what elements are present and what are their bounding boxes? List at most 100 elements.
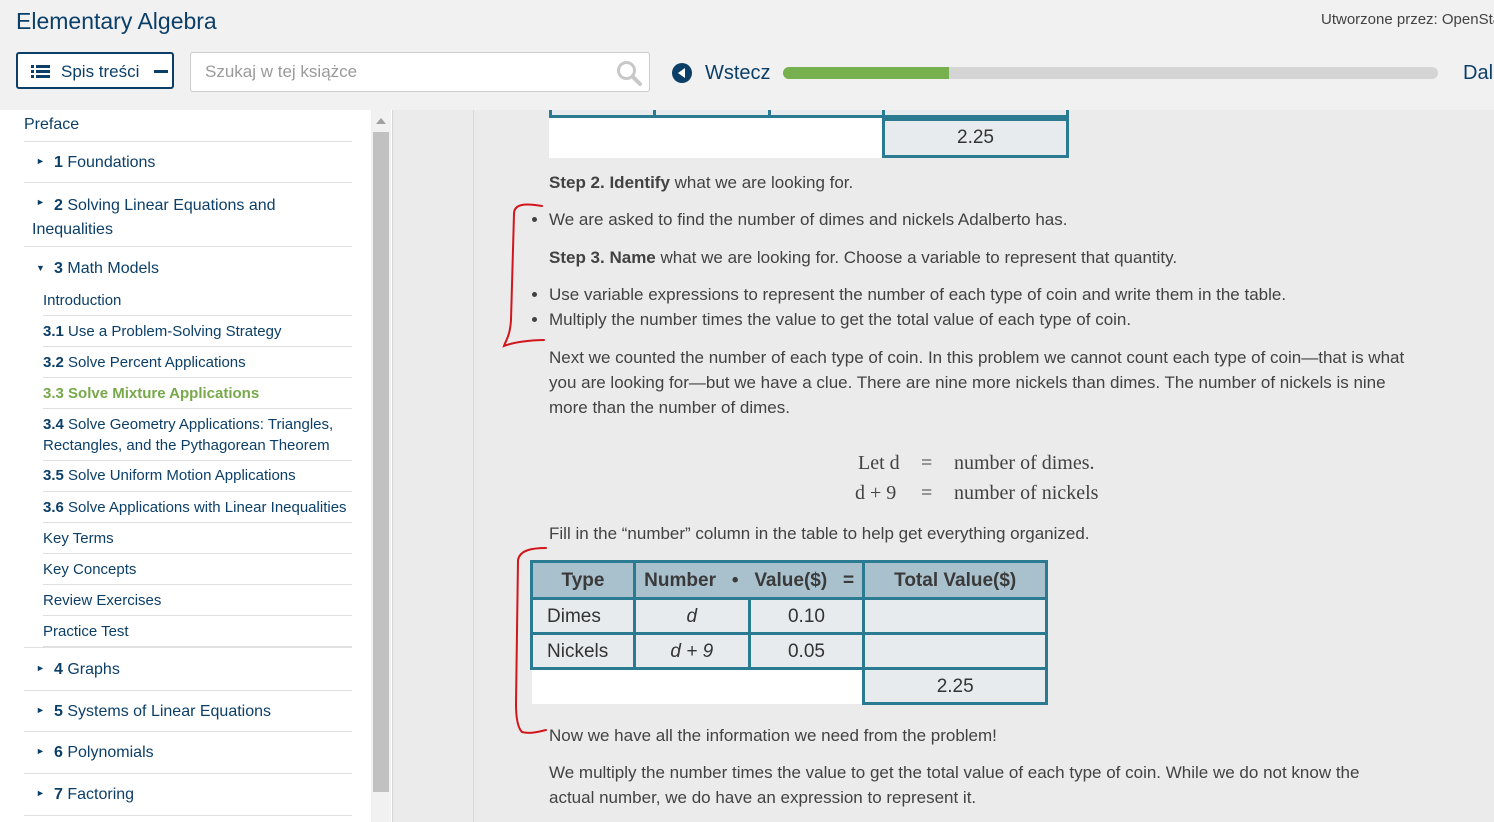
next-link[interactable]: Dal xyxy=(1463,62,1493,85)
list-icon xyxy=(31,65,50,78)
chapter-number: 6 xyxy=(54,744,63,761)
caret-right-icon: ► xyxy=(36,788,45,798)
chapter-number: 1 xyxy=(54,154,63,171)
created-by-label: Utworzone przez: OpenSta xyxy=(1321,11,1494,28)
step-3-paragraph: Step 3. Name what we are looking for. Ch… xyxy=(549,245,1429,270)
toc-section-3-5[interactable]: 3.5 Solve Uniform Motion Applications xyxy=(43,461,352,492)
header-value: Value($) xyxy=(754,569,828,591)
cell-number: d xyxy=(632,597,751,635)
toc-list: Preface ► 1 Foundations ► 2 Solving Line… xyxy=(24,110,352,816)
top-bar: Elementary Algebra Utworzone przez: Open… xyxy=(0,0,1494,110)
section-number: 3.2 xyxy=(43,354,64,371)
table-total-row: 2.25 xyxy=(531,667,1048,705)
toc-section-3-2[interactable]: 3.2 Solve Percent Applications xyxy=(43,347,352,378)
next-we-counted-paragraph: Next we counted the number of each type … xyxy=(549,348,1405,417)
now-we-have-paragraph: Now we have all the information we need … xyxy=(549,726,997,745)
section-number: 3.1 xyxy=(43,323,64,340)
toc-section-practice-test[interactable]: Practice Test xyxy=(43,616,352,647)
section-title: Key Concepts xyxy=(43,561,137,578)
toc-label: Preface xyxy=(24,116,80,133)
caret-right-icon: ► xyxy=(36,156,45,166)
toc-section-3-1[interactable]: 3.1 Use a Problem-Solving Strategy xyxy=(43,316,352,347)
chapter-title: Graphs xyxy=(67,661,120,678)
header-number-value: Number • Value($) = xyxy=(632,560,866,600)
search-box[interactable] xyxy=(190,52,650,92)
red-bracket-annotation-2 xyxy=(514,547,547,734)
back-arrow-icon[interactable] xyxy=(671,62,693,84)
section-number: 3.5 xyxy=(43,467,64,484)
bullet-list-2: Use variable expressions to represent th… xyxy=(532,282,1286,332)
toc-section-intro[interactable]: Introduction xyxy=(43,285,352,316)
toc-section-3-6[interactable]: 3.6 Solve Applications with Linear Inequ… xyxy=(43,492,352,523)
math-line-2-lhs: d + 9 xyxy=(855,482,897,504)
toc-sidebar: Preface ► 1 Foundations ► 2 Solving Line… xyxy=(0,110,393,822)
caret-down-icon: ▼ xyxy=(36,263,45,273)
toc-button-label: Spis treści xyxy=(61,62,140,81)
section-number: 3.6 xyxy=(43,499,64,516)
chapter-title: Foundations xyxy=(67,154,156,171)
chapter-title: Solving Linear Equations and Inequalitie… xyxy=(32,197,276,238)
chapter-title: Systems of Linear Equations xyxy=(67,703,272,720)
toc-section-key-concepts[interactable]: Key Concepts xyxy=(43,554,352,585)
multiply-paragraph: We multiply the number times the value t… xyxy=(549,763,1360,807)
header-total: Total Value($) xyxy=(862,560,1048,600)
toc-chapter-6[interactable]: ► 6 Polynomials xyxy=(24,732,352,774)
sidebar-scrollbar[interactable] xyxy=(371,110,391,822)
bullet-item: Multiply the number times the value to g… xyxy=(549,307,1286,332)
step-3-label: Step 3. Name xyxy=(549,248,656,267)
toc-section-3-4[interactable]: 3.4 Solve Geometry Applications: Triangl… xyxy=(43,409,352,461)
section-title: Solve Uniform Motion Applications xyxy=(68,467,296,484)
header-times: • xyxy=(731,569,739,591)
table-row: Dimes d 0.10 xyxy=(530,597,1048,635)
header-number: Number xyxy=(644,569,716,591)
table-row: Nickels d + 9 0.05 xyxy=(530,632,1048,670)
math-line-1-lhs: Let d xyxy=(858,452,900,474)
scroll-up-arrow-icon[interactable] xyxy=(376,118,386,124)
math-line-2-eq: = xyxy=(921,482,933,504)
caret-right-icon: ► xyxy=(36,705,45,715)
cell-number: d + 9 xyxy=(632,632,751,670)
cell-total xyxy=(862,632,1048,670)
section-title: Introduction xyxy=(43,292,122,309)
search-input[interactable] xyxy=(205,61,595,83)
main-content: 2.25 Step 2. Identify what we are lookin… xyxy=(474,110,1494,822)
toc-section-3-3-active[interactable]: 3.3 Solve Mixture Applications xyxy=(43,378,352,409)
toc-chapter-7[interactable]: ► 7 Factoring xyxy=(24,774,352,816)
header-equals: = xyxy=(843,569,855,591)
toc-chapter-3[interactable]: ▼ 3 Math Models Introduction 3.1 Use a P… xyxy=(24,247,352,647)
toc-chapter-4[interactable]: ► 4 Graphs xyxy=(24,647,352,691)
cell-total xyxy=(862,597,1048,635)
bullet-list-1: We are asked to find the number of dimes… xyxy=(532,207,1067,232)
toc-item-preface[interactable]: Preface xyxy=(24,110,352,142)
toc-section-key-terms[interactable]: Key Terms xyxy=(43,523,352,554)
fill-in-paragraph: Fill in the “number” column in the table… xyxy=(549,524,1090,543)
red-bracket-annotation-1 xyxy=(502,203,545,348)
step-3-text: what we are looking for. Choose a variab… xyxy=(655,248,1178,267)
section-title: Practice Test xyxy=(43,623,129,640)
search-icon[interactable] xyxy=(616,60,642,86)
toc-section-review-exercises[interactable]: Review Exercises xyxy=(43,585,352,616)
math-line-1-rhs: number of dimes. xyxy=(954,452,1095,474)
caret-right-icon: ► xyxy=(36,746,45,756)
chapter-number: 7 xyxy=(54,786,63,803)
cell-grand-total: 2.25 xyxy=(862,667,1048,705)
math-line-2-rhs: number of nickels xyxy=(954,482,1099,504)
toc-chapter-1[interactable]: ► 1 Foundations xyxy=(24,142,352,183)
coin-table: Type Number • Value($) = Total Value($) … xyxy=(530,560,1048,705)
collapse-icon xyxy=(154,70,168,73)
top-table-total-cell: 2.25 xyxy=(882,118,1069,158)
section-number: 3.4 xyxy=(43,416,64,433)
cell-value: 0.05 xyxy=(747,632,866,670)
blank-cell xyxy=(531,668,864,704)
back-link[interactable]: Wstecz xyxy=(705,62,771,85)
top-table-partial: 2.25 xyxy=(549,110,1069,158)
chapter-title: Math Models xyxy=(67,260,159,277)
math-line-1-eq: = xyxy=(921,452,933,474)
toc-toggle-button[interactable]: Spis treści xyxy=(16,52,174,89)
section-title: Solve Applications with Linear Inequalit… xyxy=(68,499,347,516)
toc-chapter-5[interactable]: ► 5 Systems of Linear Equations xyxy=(24,691,352,732)
toc-chapter-2[interactable]: ► 2 Solving Linear Equations and Inequal… xyxy=(24,183,352,247)
scrollbar-thumb[interactable] xyxy=(373,132,389,792)
bullet-item: Use variable expressions to represent th… xyxy=(549,282,1286,307)
book-title[interactable]: Elementary Algebra xyxy=(16,8,217,35)
